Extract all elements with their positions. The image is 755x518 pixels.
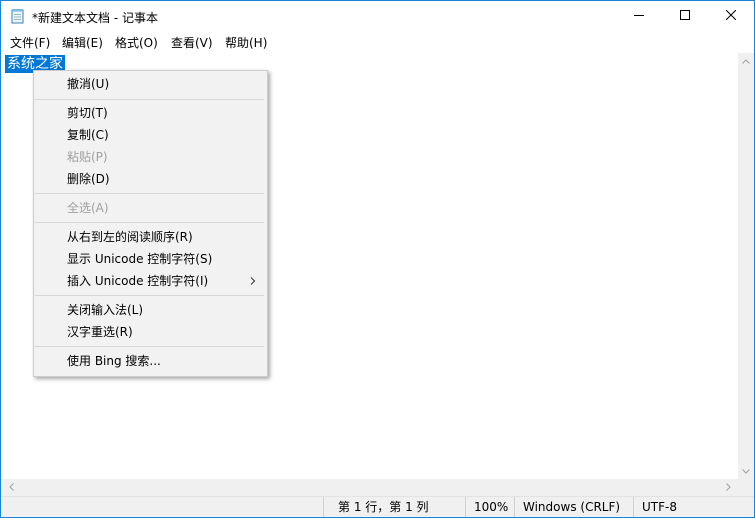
- horizontal-scrollbar[interactable]: [1, 479, 738, 496]
- maximize-icon: [680, 9, 690, 23]
- scroll-left-icon[interactable]: [3, 479, 19, 495]
- menu-bar: 文件(F) 编辑(E) 格式(O) 查看(V) 帮助(H): [1, 32, 754, 52]
- scroll-right-icon[interactable]: [720, 479, 736, 495]
- menu-item-bing-search[interactable]: 使用 Bing 搜索...: [67, 351, 161, 371]
- line-ending: Windows (CRLF): [514, 497, 628, 517]
- menu-separator: [35, 99, 264, 100]
- menu-item-insert-unicode[interactable]: 插入 Unicode 控制字符(I): [67, 271, 208, 291]
- menu-item-undo[interactable]: 撤消(U): [67, 74, 109, 94]
- encoding: UTF-8: [633, 497, 752, 517]
- menu-item-paste[interactable]: 粘贴(P): [67, 147, 108, 167]
- menu-view[interactable]: 查看(V): [170, 34, 214, 51]
- minimize-icon: [634, 9, 644, 23]
- maximize-button[interactable]: [662, 1, 708, 31]
- menu-separator: [35, 346, 264, 347]
- close-button[interactable]: [708, 1, 754, 31]
- menu-item-rtl-reading[interactable]: 从右到左的阅读顺序(R): [67, 227, 193, 247]
- menu-edit[interactable]: 编辑(E): [61, 34, 104, 51]
- status-bar: 第 1 行，第 1 列 100% Windows (CRLF) UTF-8: [1, 496, 754, 517]
- menu-help[interactable]: 帮助(H): [224, 34, 268, 51]
- menu-item-close-ime[interactable]: 关闭输入法(L): [67, 300, 143, 320]
- scroll-down-icon[interactable]: [738, 463, 754, 479]
- menu-item-show-unicode[interactable]: 显示 Unicode 控制字符(S): [67, 249, 212, 269]
- menu-separator: [35, 193, 264, 194]
- title-bar[interactable]: *新建文本文档 - 记事本: [1, 1, 754, 31]
- scrollbar-corner: [738, 479, 754, 496]
- menu-item-reconversion[interactable]: 汉字重选(R): [67, 322, 133, 342]
- menu-file[interactable]: 文件(F): [9, 34, 51, 51]
- menu-item-select-all[interactable]: 全选(A): [67, 198, 109, 218]
- menu-item-cut[interactable]: 剪切(T): [67, 103, 108, 123]
- vertical-scrollbar[interactable]: [738, 53, 754, 479]
- menu-item-delete[interactable]: 删除(D): [67, 169, 110, 189]
- scroll-up-icon[interactable]: [738, 53, 754, 69]
- menu-format[interactable]: 格式(O): [114, 34, 159, 51]
- notepad-icon: [11, 8, 25, 24]
- minimize-button[interactable]: [616, 1, 662, 31]
- context-menu: 撤消(U) 剪切(T) 复制(C) 粘贴(P) 删除(D) 全选(A) 从右到左…: [33, 70, 268, 377]
- menu-item-copy[interactable]: 复制(C): [67, 125, 109, 145]
- menu-separator: [35, 222, 264, 223]
- cursor-position: 第 1 行，第 1 列: [323, 497, 468, 517]
- close-icon: [725, 9, 737, 23]
- zoom-level: 100%: [465, 497, 514, 517]
- menu-separator: [35, 295, 264, 296]
- window-title: *新建文本文档 - 记事本: [32, 11, 158, 25]
- chevron-right-icon: [248, 273, 258, 289]
